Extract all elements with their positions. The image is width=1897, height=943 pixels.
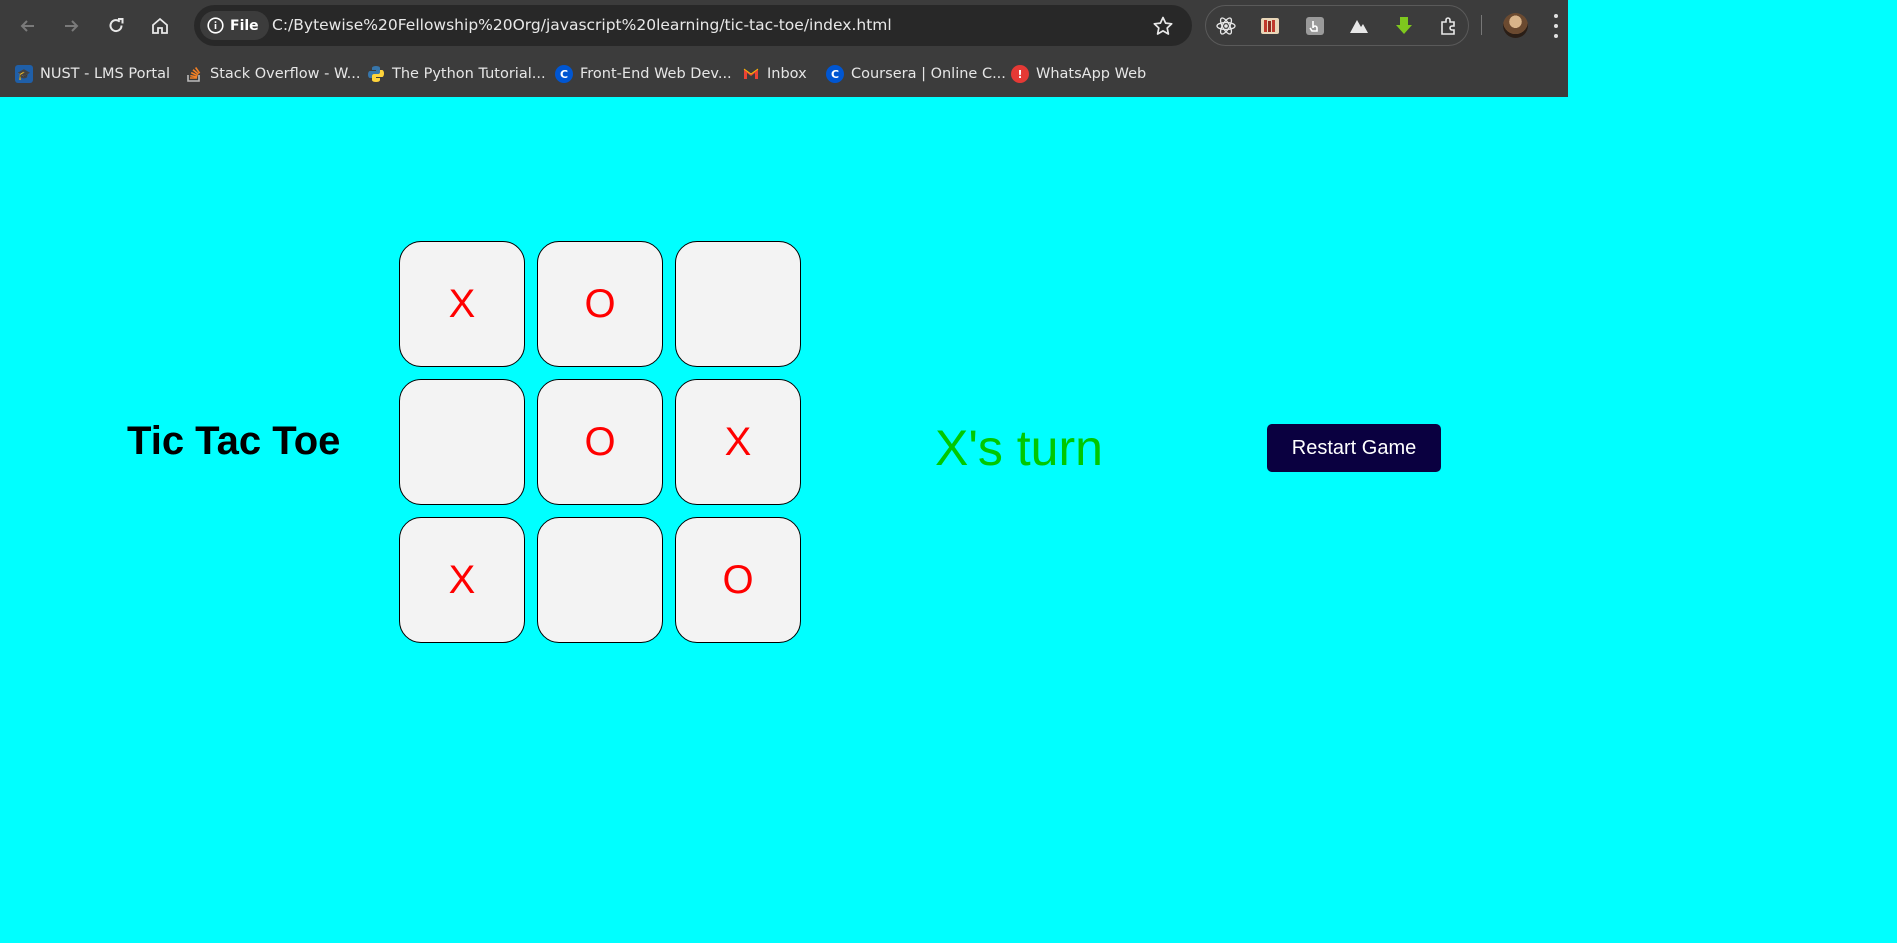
address-bar[interactable]: File C:/Bytewise%20Fellowship%20Org/java…: [194, 5, 1192, 46]
url-text[interactable]: C:/Bytewise%20Fellowship%20Org/javascrip…: [272, 16, 892, 34]
graduation-cap-icon: 🎓: [15, 65, 33, 83]
coursera-icon: C: [555, 65, 573, 83]
forward-arrow-icon: [65, 20, 79, 32]
bookmark-label: NUST - LMS Portal: [40, 66, 171, 82]
bookmark-nust-lms[interactable]: 🎓 NUST - LMS Portal: [15, 61, 170, 87]
browser-menu-button[interactable]: [1552, 14, 1560, 38]
site-info-chip[interactable]: File: [200, 11, 269, 40]
info-icon: [207, 17, 224, 34]
bookmark-label: Coursera | Online C...: [851, 66, 1006, 82]
bookmark-label: Front-End Web Dev...: [580, 66, 732, 82]
turn-status: X's turn: [935, 420, 1103, 476]
page-title: Tic Tac Toe: [127, 419, 341, 463]
puzzle-icon: [1441, 17, 1455, 35]
whatsapp-icon: !: [1011, 65, 1029, 83]
bookmark-coursera[interactable]: C Coursera | Online C...: [826, 61, 1006, 87]
mountain-icon: [1350, 20, 1368, 33]
bookmark-label: The Python Tutorial...: [392, 66, 546, 82]
bookmark-stack-overflow[interactable]: Stack Overflow - W...: [185, 61, 360, 87]
bookmark-label: Stack Overflow - W...: [210, 66, 361, 82]
board-cell-3[interactable]: [399, 379, 525, 505]
forward-button[interactable]: [55, 10, 87, 42]
board-cell-4[interactable]: O: [537, 379, 663, 505]
extension-2[interactable]: [1258, 14, 1282, 38]
download-arrow-icon: [1396, 17, 1412, 34]
board-cell-2[interactable]: [675, 241, 801, 367]
bookmark-label: WhatsApp Web: [1036, 66, 1147, 82]
file-label: File: [230, 17, 259, 34]
extension-4[interactable]: [1347, 14, 1371, 38]
bookmark-python-tutorial[interactable]: The Python Tutorial...: [367, 61, 546, 87]
board-cell-1[interactable]: O: [537, 241, 663, 367]
bookmark-star-icon[interactable]: [1152, 15, 1174, 37]
board-cell-6[interactable]: X: [399, 517, 525, 643]
hand-pointer-icon: [1306, 17, 1324, 35]
python-icon: [368, 66, 384, 82]
bookshelf-extension-icon: [1261, 18, 1279, 34]
stackoverflow-icon: [187, 67, 201, 82]
coursera-icon: C: [826, 65, 844, 83]
profile-avatar[interactable]: [1503, 13, 1528, 38]
bookmark-label: Inbox: [767, 66, 807, 82]
extension-3[interactable]: [1303, 14, 1327, 38]
home-icon: [152, 17, 168, 34]
bookmark-front-end-web-dev[interactable]: C Front-End Web Dev...: [555, 61, 732, 87]
extension-5[interactable]: [1392, 14, 1416, 38]
toolbar-divider: [1481, 15, 1482, 35]
bookmark-inbox[interactable]: Inbox: [742, 61, 807, 87]
extensions-group: [1205, 5, 1469, 46]
bookmarks-bar: 🎓 NUST - LMS Portal Stack Overflow - W..…: [0, 52, 1568, 97]
back-button[interactable]: [12, 10, 44, 42]
react-icon: [1216, 17, 1236, 35]
react-devtools-extension[interactable]: [1214, 14, 1238, 38]
board-cell-8[interactable]: O: [675, 517, 801, 643]
extensions-menu-button[interactable]: [1437, 14, 1461, 38]
browser-toolbar: File C:/Bytewise%20Fellowship%20Org/java…: [0, 0, 1568, 52]
board-cell-0[interactable]: X: [399, 241, 525, 367]
home-button[interactable]: [144, 10, 176, 42]
board-cell-7[interactable]: [537, 517, 663, 643]
reload-icon: [109, 18, 124, 33]
reload-button[interactable]: [100, 10, 132, 42]
bookmark-whatsapp-web[interactable]: ! WhatsApp Web: [1011, 61, 1146, 87]
page-content: Tic Tac Toe X O O X X O X's turn Restart…: [0, 97, 1568, 779]
back-arrow-icon: [20, 20, 34, 32]
board-cell-5[interactable]: X: [675, 379, 801, 505]
gmail-icon: [743, 68, 759, 79]
restart-game-button[interactable]: Restart Game: [1267, 424, 1441, 472]
